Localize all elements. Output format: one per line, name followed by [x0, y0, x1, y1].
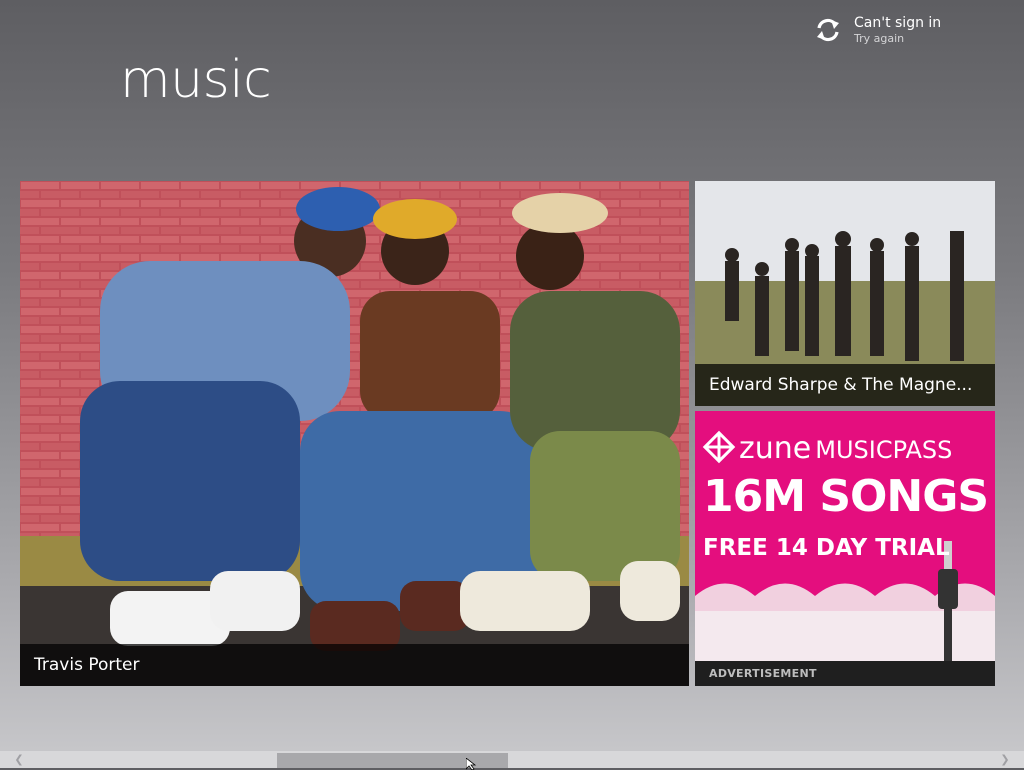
product-label: MUSICPASS — [815, 436, 953, 464]
account-status[interactable]: Can't sign in Try again — [814, 14, 941, 46]
zune-musicpass-ad[interactable]: zune MUSICPASS 16M SONGS FREE 14 DAY TRIA… — [695, 411, 995, 686]
mouse-cursor-icon — [466, 758, 477, 770]
featured-artist-tile[interactable]: Travis Porter — [20, 181, 689, 686]
advertisement-label: ADVERTISEMENT — [695, 661, 995, 686]
scroll-right-icon[interactable]: ❯ — [996, 751, 1014, 768]
try-again-link[interactable]: Try again — [854, 32, 941, 46]
horizontal-scrollbar[interactable]: ❮ ❯ — [0, 751, 1024, 768]
secondary-artist-name: Edward Sharpe & The Magne... — [695, 364, 995, 406]
sign-in-status: Can't sign in — [854, 15, 942, 31]
brand-label: zune — [739, 431, 812, 466]
secondary-artist-tile[interactable]: Edward Sharpe & The Magne... — [695, 181, 995, 406]
sync-icon — [817, 18, 839, 42]
zune-brand-text: zune MUSICPASS — [739, 431, 952, 466]
featured-artist-name: Travis Porter — [20, 644, 689, 686]
app-title: music — [120, 50, 272, 110]
scroll-left-icon[interactable]: ❮ — [10, 751, 28, 768]
ad-offer: FREE 14 DAY TRIAL — [703, 535, 950, 561]
ad-headline: 16M SONGS — [703, 471, 989, 522]
artist-photo — [20, 181, 689, 686]
